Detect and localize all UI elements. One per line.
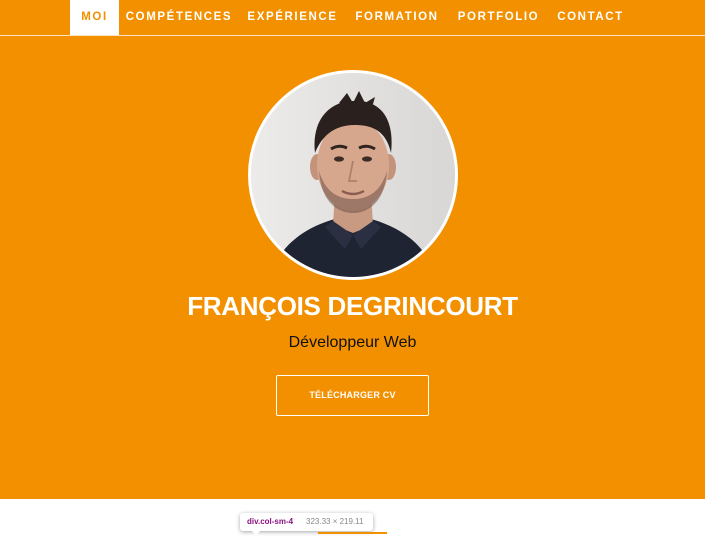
download-cv-button[interactable]: TÉLÉCHARGER CV — [276, 375, 429, 416]
devtools-element-dimensions: 323.33 × 219.11 — [306, 517, 364, 526]
hero-section: MOI COMPÉTENCES EXPÉRIENCE FORMATION POR… — [0, 0, 705, 499]
avatar — [248, 70, 458, 280]
nav-item-contact[interactable]: CONTACT — [551, 0, 630, 35]
main-navbar: MOI COMPÉTENCES EXPÉRIENCE FORMATION POR… — [0, 0, 705, 36]
nav-item-experience[interactable]: EXPÉRIENCE — [243, 0, 342, 35]
tooltip-arrow — [251, 530, 261, 536]
profile-name: FRANÇOIS DEGRINCOURT — [187, 291, 518, 321]
devtools-inspect-tooltip: div.col-sm-4 323.33 × 219.11 — [240, 513, 373, 531]
profile-title: Développeur Web — [288, 334, 417, 351]
nav-item-formation[interactable]: FORMATION — [349, 0, 445, 35]
nav-item-competences[interactable]: COMPÉTENCES — [121, 0, 237, 35]
portrait-photo — [251, 73, 455, 277]
nav-item-portfolio[interactable]: PORTFOLIO — [453, 0, 544, 35]
section-heading-underline — [318, 532, 387, 534]
devtools-element-selector: div.col-sm-4 — [247, 517, 294, 526]
nav-item-moi[interactable]: MOI — [70, 0, 119, 35]
